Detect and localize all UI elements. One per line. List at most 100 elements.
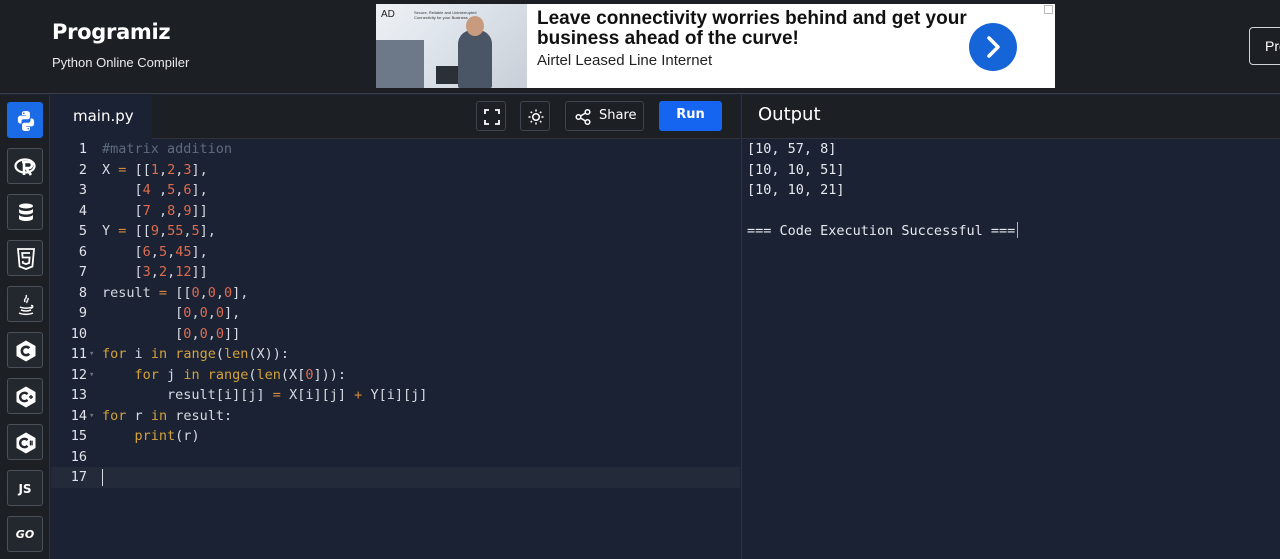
html5-icon: [17, 248, 35, 270]
advertisement-banner[interactable]: Secure, Reliable and Uninterrupted Conne…: [376, 4, 1055, 88]
sidebar-item-csharp[interactable]: [7, 424, 43, 460]
code-text: #matrix addition: [102, 141, 233, 157]
code-line[interactable]: 17: [51, 467, 740, 488]
code-text: [0,0,0],: [175, 305, 241, 321]
line-number: 5: [78, 223, 87, 239]
line-number: 1: [78, 141, 87, 157]
output-line: === Code Execution Successful ===: [747, 221, 1019, 242]
js-icon: JS: [18, 482, 32, 496]
sidebar-item-c[interactable]: [7, 332, 43, 368]
sidebar-item-sql[interactable]: [7, 194, 43, 230]
sidebar-item-js[interactable]: JS: [7, 470, 43, 506]
line-number: 12: [70, 366, 87, 383]
line-number: 4: [78, 202, 87, 219]
java-icon: [18, 294, 34, 316]
ad-building: [376, 40, 424, 88]
code-line[interactable]: 10 [0,0,0]]: [51, 324, 740, 345]
chevron-right-icon: [987, 36, 1000, 58]
code-text: for j in range(len(X[0])):: [134, 366, 346, 383]
code-text: [7 ,8,9]]: [134, 202, 208, 219]
line-number: 9: [78, 305, 87, 321]
c-icon: [16, 340, 36, 362]
programiz-logo[interactable]: Programiz: [52, 20, 171, 44]
fullscreen-button[interactable]: [476, 101, 506, 131]
output-cursor: [1017, 222, 1019, 238]
code-text: [6,5,45],: [134, 243, 208, 260]
sidebar-item-python[interactable]: [7, 102, 43, 138]
code-text: for r in result:: [102, 407, 233, 424]
ad-headline[interactable]: Leave connectivity worries behind and ge…: [537, 9, 977, 49]
output-line: [10, 10, 21]: [747, 182, 845, 198]
fold-marker-icon[interactable]: ▾: [89, 406, 94, 427]
code-line[interactable]: 1 #matrix addition: [51, 139, 740, 160]
ad-close-icon[interactable]: [1044, 5, 1053, 14]
code-text: result[i][j] = X[i][j] + Y[i][j]: [167, 387, 428, 403]
code-line[interactable]: 4 [7 ,8,9]]: [51, 201, 740, 222]
output-header: Output: [741, 95, 1280, 139]
line-number: 14: [70, 407, 87, 424]
go-icon: GO: [15, 528, 35, 541]
code-line[interactable]: 13 result[i][j] = X[i][j] + Y[i][j]: [51, 385, 740, 406]
code-line[interactable]: 11 ▾ for i in range(len(X)):: [51, 344, 740, 365]
share-button[interactable]: Share: [565, 101, 644, 131]
line-number: 11: [70, 346, 87, 362]
pro-button[interactable]: Pro: [1249, 27, 1280, 65]
output-line: [10, 57, 8]: [747, 141, 837, 157]
fold-marker-icon[interactable]: ▾: [89, 365, 94, 386]
top-header: Programiz Python Online Compiler Secure,…: [0, 0, 1280, 94]
language-sidebar: JS GO: [0, 95, 50, 559]
ad-person: [458, 30, 492, 88]
ad-tag: AD: [381, 9, 395, 20]
code-line[interactable]: 12 ▾ for j in range(len(X[0])):: [51, 365, 740, 386]
sun-icon: [528, 109, 544, 125]
sidebar-item-html[interactable]: [7, 240, 43, 276]
code-editor[interactable]: 1 #matrix addition 2 X = [[1,2,3], 3 [4 ,5,6…: [51, 139, 740, 559]
database-icon: [19, 203, 33, 221]
code-line[interactable]: 6 [6,5,45],: [51, 242, 740, 263]
line-number: 10: [70, 325, 87, 342]
line-number: 15: [70, 428, 87, 444]
code-text: for i in range(len(X)):: [102, 346, 290, 362]
sidebar-item-r[interactable]: [7, 148, 43, 184]
code-line[interactable]: 14 ▾ for r in result:: [51, 406, 740, 427]
ad-subline: Airtel Leased Line Internet: [537, 52, 713, 69]
line-number: 16: [70, 448, 87, 465]
code-text: [4 ,5,6],: [134, 182, 208, 198]
ad-image: Secure, Reliable and Uninterrupted Conne…: [376, 4, 527, 88]
line-number: 8: [78, 284, 87, 301]
ad-arrow-button[interactable]: [969, 23, 1017, 71]
code-text: [3,2,12]]: [134, 264, 208, 280]
code-line[interactable]: 16: [51, 447, 740, 468]
cpp-icon: [16, 386, 36, 408]
output-title: Output: [758, 104, 821, 125]
code-line[interactable]: 8 result = [[0,0,0],: [51, 283, 740, 304]
line-number: 13: [70, 387, 87, 403]
sidebar-item-go[interactable]: GO: [7, 516, 43, 552]
code-line[interactable]: 7 [3,2,12]]: [51, 262, 740, 283]
line-number: 2: [78, 161, 87, 178]
compiler-subtitle: Python Online Compiler: [52, 55, 190, 70]
sidebar-item-cpp[interactable]: [7, 378, 43, 414]
code-text: Y = [[9,55,5],: [102, 223, 216, 239]
fullscreen-icon: [484, 109, 500, 125]
python-icon: [17, 111, 35, 131]
code-line[interactable]: 15 print(r): [51, 426, 740, 447]
theme-toggle-button[interactable]: [520, 101, 550, 131]
sidebar-item-java[interactable]: [7, 286, 43, 322]
share-label: Share: [599, 108, 637, 123]
code-text: result = [[0,0,0],: [102, 284, 249, 301]
code-line[interactable]: 9 [0,0,0],: [51, 303, 740, 324]
output-line: [10, 10, 51]: [747, 161, 845, 178]
run-button[interactable]: Run: [659, 101, 722, 131]
code-text: print(r): [134, 428, 200, 444]
code-line[interactable]: 2 X = [[1,2,3],: [51, 160, 740, 181]
line-number: 6: [78, 243, 87, 260]
fold-marker-icon[interactable]: ▾: [89, 344, 94, 365]
line-number: 3: [78, 182, 87, 198]
share-icon: [575, 108, 591, 126]
output-console[interactable]: [10, 57, 8] [10, 10, 51] [10, 10, 21] === C…: [741, 139, 1280, 559]
code-line[interactable]: 5 Y = [[9,55,5],: [51, 221, 740, 242]
code-text: X = [[1,2,3],: [102, 161, 208, 178]
code-line[interactable]: 3 [4 ,5,6],: [51, 180, 740, 201]
file-tab-main[interactable]: main.py: [51, 95, 152, 139]
